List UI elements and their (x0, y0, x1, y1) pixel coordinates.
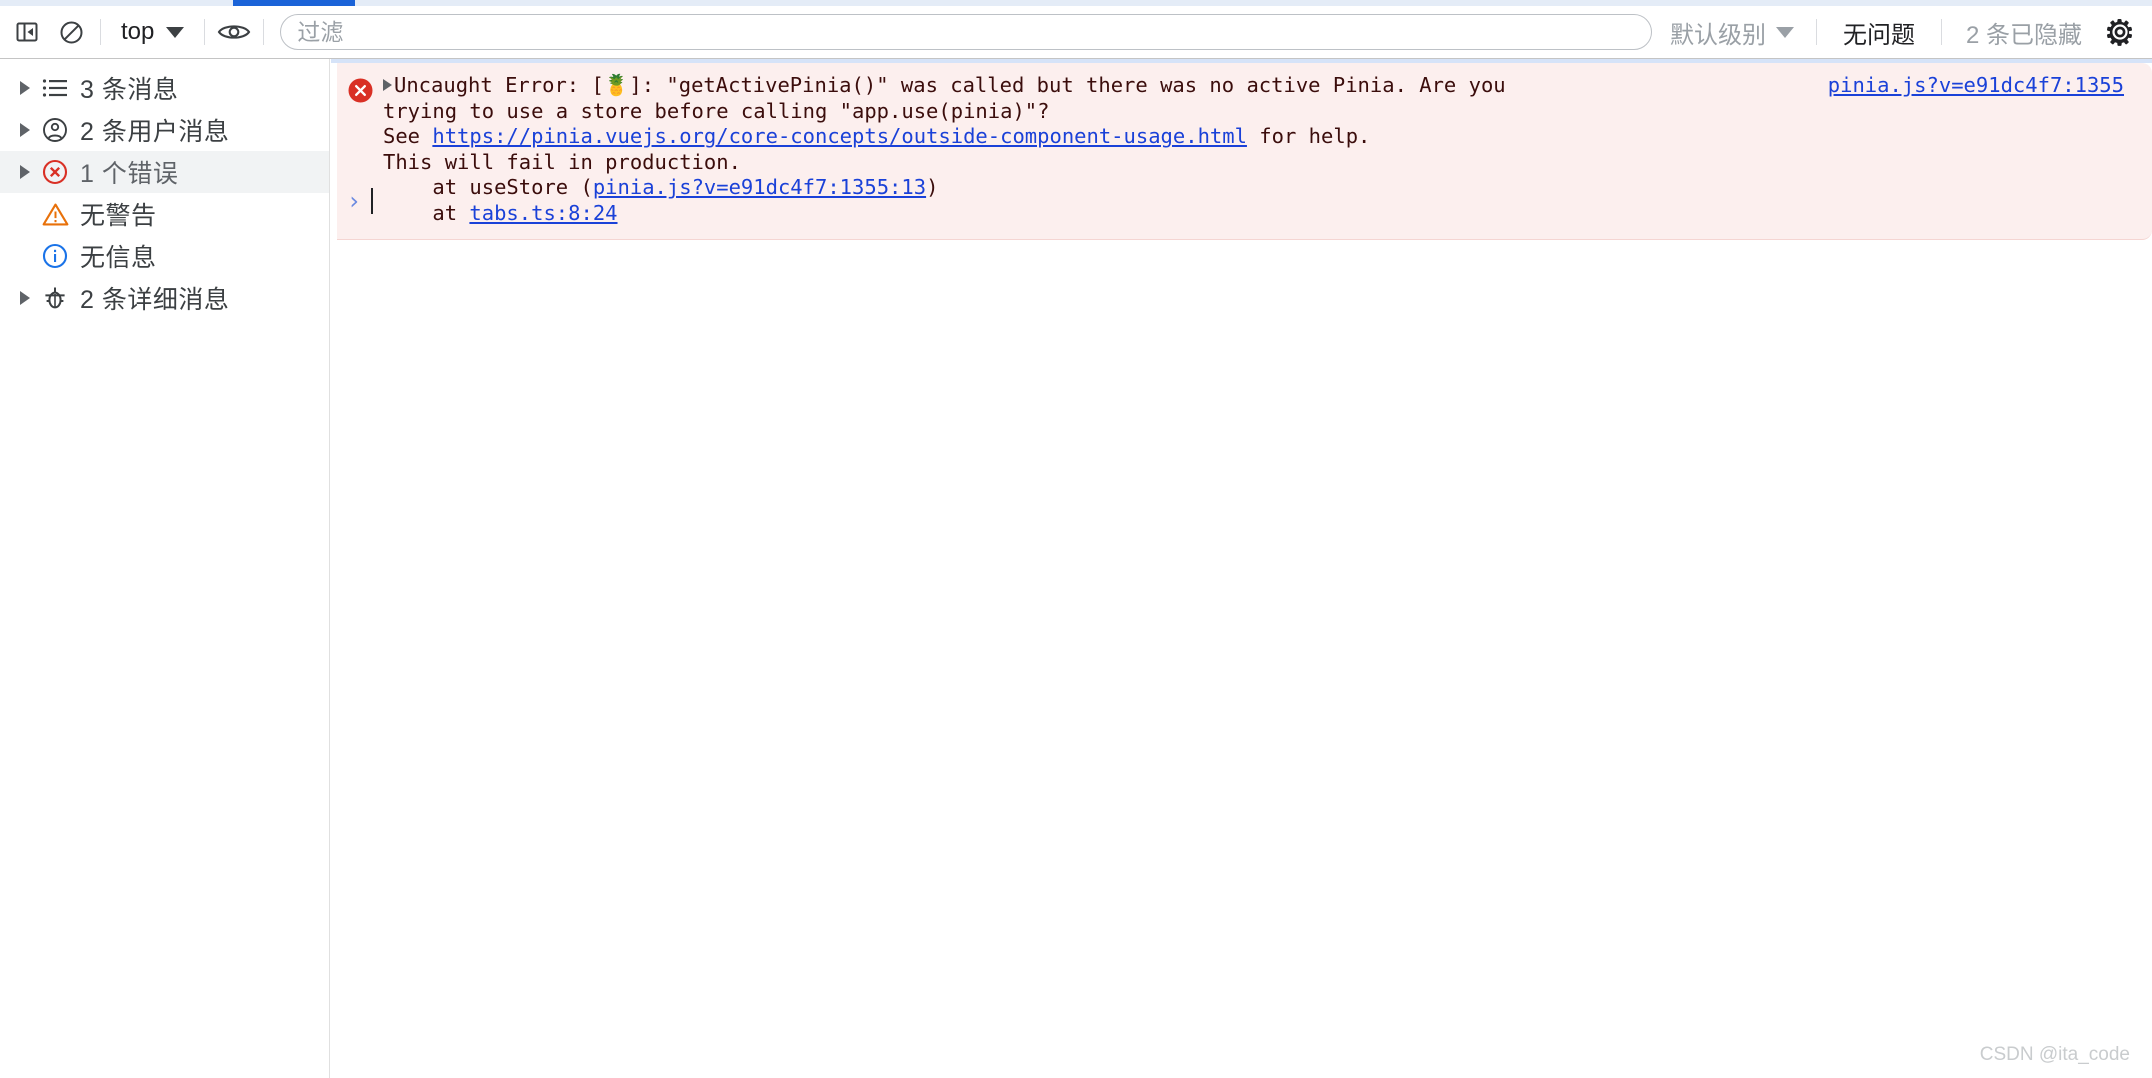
console-message-area: Uncaught Error: [🍍]: "getActivePinia()" … (331, 59, 2152, 1078)
sidebar-item-verbose[interactable]: 2 条详细消息 (0, 277, 329, 319)
sidebar-item-errors[interactable]: 1 个错误 (0, 151, 329, 193)
sidebar-panel-icon[interactable] (8, 13, 46, 51)
disclosure-triangle-icon[interactable] (14, 291, 36, 305)
toolbar-divider (204, 19, 206, 45)
disclosure-triangle-icon[interactable] (14, 81, 36, 95)
console-prompt[interactable]: › (337, 181, 2152, 221)
execution-context-label: top (121, 18, 155, 45)
toolbar-divider (263, 19, 265, 45)
sidebar-item-label: 1 个错误 (80, 160, 179, 188)
prompt-arrow-icon: › (346, 187, 362, 215)
sidebar-item-warnings[interactable]: 无警告 (0, 193, 329, 235)
sidebar-item-label: 2 条详细消息 (80, 286, 230, 314)
error-line-3-suffix: for help. (1246, 124, 1371, 149)
clear-console-icon[interactable] (52, 13, 90, 51)
filter-field-wrapper (280, 14, 1652, 50)
warning-triangle-icon (36, 202, 74, 227)
error-line-3-prefix: See (383, 124, 433, 149)
pineapple-emoji: 🍍 (603, 73, 630, 97)
error-line-4: This will fail in production. (383, 149, 741, 174)
disclosure-triangle-icon[interactable] (14, 165, 36, 179)
sidebar-item-info[interactable]: 无信息 (0, 235, 329, 277)
list-icon (36, 77, 74, 99)
disclosure-triangle-icon[interactable] (14, 123, 36, 137)
chevron-down-icon (1775, 26, 1794, 38)
sidebar-item-label: 无信息 (80, 244, 157, 272)
error-line-2: trying to use a store before calling "ap… (383, 98, 1050, 123)
gear-icon[interactable] (2096, 10, 2144, 54)
sidebar-item-label: 无警告 (80, 202, 157, 230)
eye-icon[interactable] (215, 13, 253, 51)
watermark: CSDN @ita_code (1979, 1044, 2130, 1065)
prompt-text-caret[interactable] (371, 188, 373, 214)
info-circle-icon (36, 243, 74, 269)
sidebar-item-label: 3 条消息 (80, 76, 179, 104)
sidebar-item-messages[interactable]: 3 条消息 (0, 67, 329, 109)
issues-counter[interactable]: 无问题 (1827, 15, 1931, 50)
toolbar-divider (1940, 19, 1942, 45)
console-sidebar: 3 条消息 2 条用户消息 1 个错误 无警告 无信息 2 条详细消息 (0, 59, 330, 1078)
log-level-select[interactable]: 默认级别 (1658, 13, 1806, 51)
error-line-1b: ]: "getActivePinia()" was called but the… (629, 73, 1506, 97)
toolbar-divider (100, 19, 101, 45)
execution-context-select[interactable]: top (111, 13, 194, 51)
source-location-link[interactable]: pinia.js?v=e91dc4f7:1355 (1828, 73, 2124, 97)
error-circle-icon (36, 159, 74, 185)
user-circle-icon (36, 117, 74, 143)
toolbar-divider (1815, 19, 1817, 45)
disclosure-triangle-icon[interactable] (383, 79, 392, 91)
sidebar-item-user-messages[interactable]: 2 条用户消息 (0, 109, 329, 151)
error-line-1a: Uncaught Error: [ (394, 73, 604, 97)
console-toolbar: top 默认级别 无问题 2 条已隐藏 (0, 6, 2152, 59)
bug-icon (36, 285, 74, 311)
sidebar-item-label: 2 条用户消息 (80, 118, 230, 146)
filter-input[interactable] (280, 14, 1652, 50)
hidden-messages-counter[interactable]: 2 条已隐藏 (1952, 15, 2096, 50)
log-level-label: 默认级别 (1669, 21, 1766, 49)
chevron-down-icon (166, 26, 185, 38)
pinia-docs-link[interactable]: https://pinia.vuejs.org/core-concepts/ou… (432, 124, 1247, 148)
